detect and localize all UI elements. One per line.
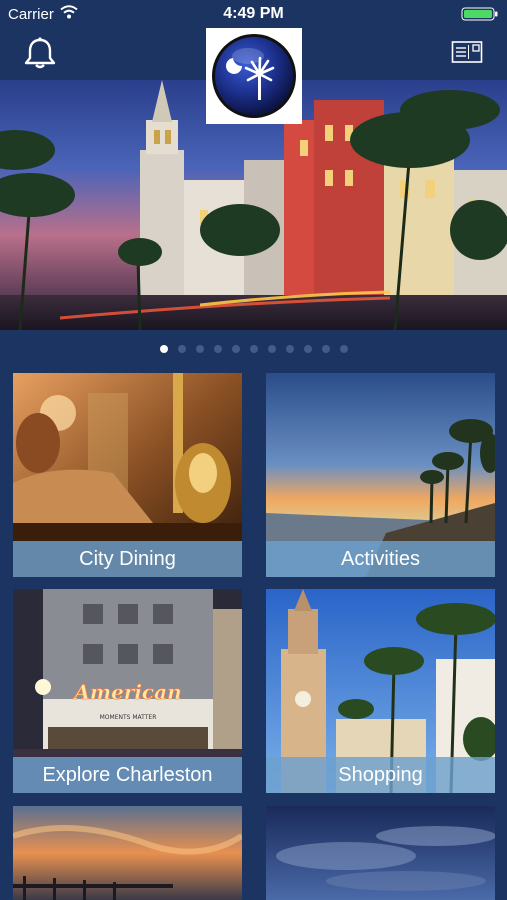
tile-label: City Dining [13, 541, 242, 577]
page-dot[interactable] [303, 345, 312, 353]
postcard-icon[interactable] [451, 40, 483, 66]
page-dot[interactable] [195, 345, 204, 353]
tile-label: Explore Charleston [13, 757, 242, 793]
theatre-subtitle: MOMENTS MATTER [100, 714, 157, 721]
tile-city-dining[interactable]: City Dining [13, 373, 242, 577]
tile-label: Activities [266, 541, 495, 577]
cloudy-sky-photo [266, 806, 495, 900]
theatre-marquee: American [72, 680, 181, 704]
tile-activities[interactable]: Activities [266, 373, 495, 577]
app-logo [206, 28, 302, 124]
status-bar: Carrier 4:49 PM [0, 0, 507, 28]
page-dot[interactable] [159, 345, 168, 353]
status-time: 4:49 PM [223, 5, 284, 22]
page-dot[interactable] [267, 345, 276, 353]
tile-5[interactable] [13, 806, 242, 900]
page-dot[interactable] [249, 345, 258, 353]
tile-shopping[interactable]: Shopping [266, 589, 495, 793]
page-dot[interactable] [321, 345, 330, 353]
page-dot[interactable] [177, 345, 186, 353]
carousel-page-indicator[interactable] [0, 340, 507, 353]
page-dot[interactable] [285, 345, 294, 353]
tile-explore-charleston[interactable]: American MOMENTS MATTER Explore Charlest… [13, 589, 242, 793]
tile-6[interactable] [266, 806, 495, 900]
battery-full-icon [461, 7, 498, 21]
palmetto-moon-logo [212, 34, 296, 118]
pier-sunset-photo [13, 806, 242, 900]
tile-label: Shopping [266, 757, 495, 793]
page-dot[interactable] [231, 345, 240, 353]
page-dot[interactable] [339, 345, 348, 353]
bell-icon[interactable] [22, 36, 58, 70]
page-dot[interactable] [213, 345, 222, 353]
